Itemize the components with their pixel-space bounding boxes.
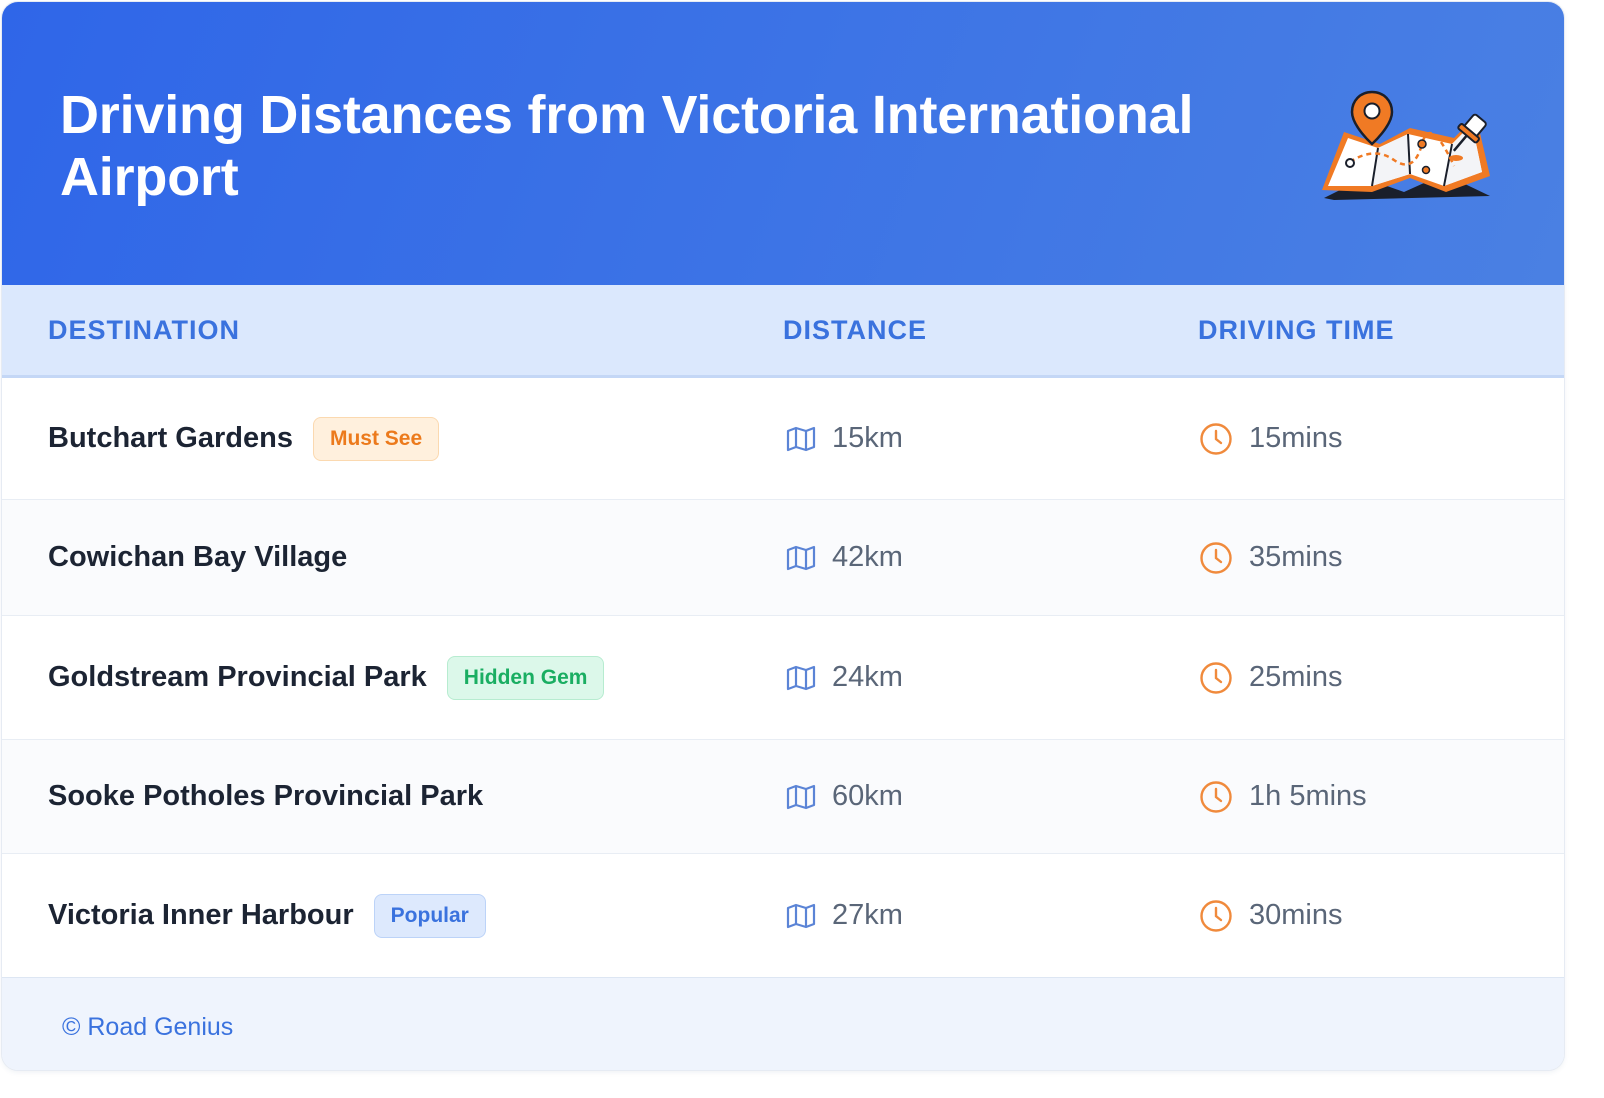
- driving-time-value: 1h 5mins: [1249, 780, 1367, 812]
- time-cell: 1h 5mins: [1199, 740, 1367, 853]
- time-cell: 30mins: [1199, 854, 1343, 977]
- table-row: Sooke Potholes Provincial Park 60km 1h 5…: [2, 740, 1564, 854]
- destination-cell: Cowichan Bay Village: [48, 500, 347, 615]
- page-title: Driving Distances from Victoria Internat…: [60, 85, 1194, 207]
- distance-value: 15km: [832, 422, 903, 454]
- map-icon: [786, 545, 816, 571]
- distance-value: 24km: [832, 661, 903, 693]
- time-cell: 35mins: [1199, 500, 1343, 615]
- map-icon: [786, 903, 816, 929]
- time-cell: 15mins: [1199, 378, 1343, 499]
- destination-name: Goldstream Provincial Park: [48, 661, 427, 693]
- distance-card: Driving Distances from Victoria Internat…: [2, 2, 1564, 1070]
- driving-time-value: 25mins: [1249, 661, 1343, 693]
- destination-cell: Victoria Inner Harbour Popular: [48, 854, 486, 977]
- clock-icon: [1199, 780, 1233, 814]
- table-row: Cowichan Bay Village 42km 35mins: [2, 500, 1564, 616]
- time-cell: 25mins: [1199, 616, 1343, 739]
- map-icon: [786, 665, 816, 691]
- destination-cell: Sooke Potholes Provincial Park: [48, 740, 483, 853]
- folded-map-with-pin-icon: [1314, 86, 1494, 206]
- clock-icon: [1199, 661, 1233, 695]
- destination-cell: Butchart Gardens Must See: [48, 378, 440, 499]
- table-row: Butchart Gardens Must See 15km 15mins: [2, 378, 1564, 500]
- clock-icon: [1199, 899, 1233, 933]
- table-row: Victoria Inner Harbour Popular 27km 30mi…: [2, 854, 1564, 977]
- table-header: DESTINATION DISTANCE DRIVING TIME: [2, 285, 1564, 378]
- destination-name: Butchart Gardens: [48, 422, 293, 454]
- driving-time-value: 30mins: [1249, 899, 1343, 931]
- clock-icon: [1199, 541, 1233, 575]
- column-header-driving-time[interactable]: DRIVING TIME: [1198, 285, 1395, 375]
- distance-value: 42km: [832, 541, 903, 573]
- driving-time-value: 15mins: [1249, 422, 1343, 454]
- table-row: Goldstream Provincial Park Hidden Gem 24…: [2, 616, 1564, 740]
- status-badge: Popular: [373, 893, 486, 938]
- distance-cell: 27km: [786, 854, 903, 977]
- distance-cell: 60km: [786, 740, 903, 853]
- distance-cell: 42km: [786, 500, 903, 615]
- card-header: Driving Distances from Victoria Internat…: [2, 2, 1564, 285]
- column-header-distance[interactable]: DISTANCE: [783, 285, 927, 375]
- copyright-credit[interactable]: © Road Genius: [62, 978, 233, 1070]
- status-badge: Must See: [312, 416, 440, 461]
- column-header-destination[interactable]: DESTINATION: [48, 285, 240, 375]
- distance-cell: 15km: [786, 378, 903, 499]
- map-icon: [786, 784, 816, 810]
- distance-cell: 24km: [786, 616, 903, 739]
- destination-name: Sooke Potholes Provincial Park: [48, 780, 484, 812]
- card-footer: © Road Genius: [2, 977, 1564, 1070]
- map-icon: [786, 426, 816, 452]
- distance-value: 60km: [832, 780, 903, 812]
- status-badge: Hidden Gem: [446, 655, 605, 700]
- distance-value: 27km: [832, 899, 903, 931]
- clock-icon: [1199, 422, 1233, 456]
- driving-time-value: 35mins: [1249, 541, 1343, 573]
- destination-name: Cowichan Bay Village: [48, 541, 348, 573]
- destination-name: Victoria Inner Harbour: [48, 899, 354, 931]
- destination-cell: Goldstream Provincial Park Hidden Gem: [48, 616, 605, 739]
